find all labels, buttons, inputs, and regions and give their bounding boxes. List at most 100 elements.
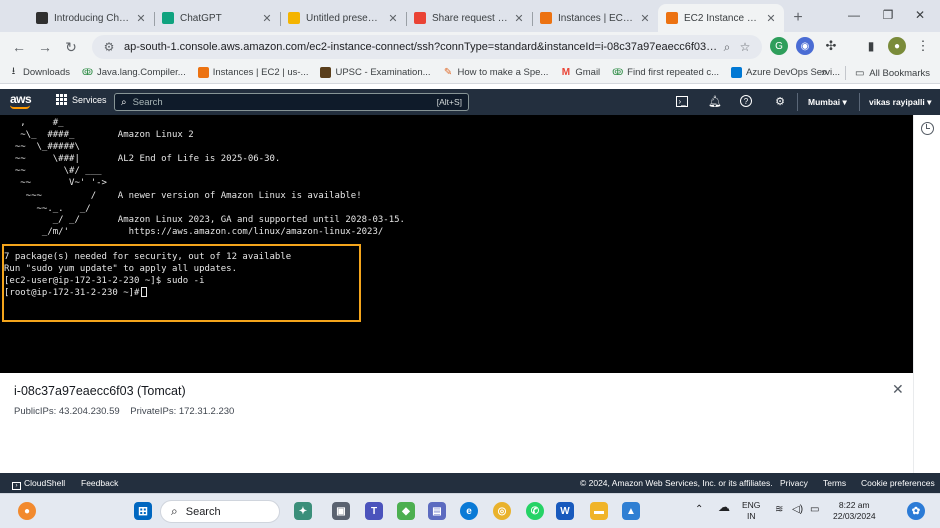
bookmark-instances-ec2[interactable]: Instances | EC2 | us-... — [197, 67, 308, 78]
url-text: ap-south-1.console.aws.amazon.com/ec2-in… — [124, 41, 718, 53]
tab-label: Instances | EC2 | ap-south-1 — [558, 12, 634, 24]
gmail-icon: M — [561, 67, 571, 78]
windows-start-icon[interactable]: ⊞ — [134, 502, 152, 520]
nav-divider — [797, 93, 798, 111]
close-panel-icon[interactable]: ✕ — [892, 381, 904, 398]
search-icon: ⌕ — [171, 504, 178, 518]
photos-icon[interactable]: ▲ — [622, 502, 640, 520]
tab-close-icon[interactable]: ✕ — [764, 12, 778, 25]
aws-search-input[interactable]: ⌕ Search [Alt+S] — [114, 93, 469, 111]
terms-link[interactable]: Terms — [823, 478, 846, 488]
wifi-icon[interactable]: ≋ — [775, 504, 783, 515]
terminal-line: ~~~ / A newer version of Amazon Linux is… — [4, 191, 362, 201]
store-icon[interactable]: ◆ — [397, 502, 415, 520]
chrome-browser-icon[interactable]: ◎ — [493, 502, 511, 520]
aws-ec2-icon — [197, 67, 209, 78]
private-ips: PrivateIPs: 172.31.2.230 — [130, 406, 235, 417]
ssh-terminal[interactable]: , #_ ~\_ ####_ Amazon Linux 2 ~~ \_#####… — [0, 115, 913, 373]
tab-favicon-icon — [162, 12, 174, 24]
back-arrow-icon[interactable]: ← — [6, 34, 32, 60]
zoom-search-icon[interactable]: ⌕ — [718, 40, 736, 55]
nav-divider — [859, 93, 860, 111]
tab-untitled-presentation[interactable]: Untitled presentation ✕ — [280, 4, 406, 32]
cloudshell-icon[interactable]: ›_ — [676, 96, 688, 107]
task-view-icon[interactable]: ▣ — [332, 502, 350, 520]
tab-ec2-instance-connect[interactable]: EC2 Instance Connect ✕ — [658, 4, 784, 32]
word-icon[interactable]: W — [556, 502, 574, 520]
window-close-icon[interactable]: ✕ — [898, 0, 940, 30]
tab-label: ChatGPT — [180, 12, 222, 24]
language-indicator[interactable]: ENG IN — [742, 500, 760, 522]
tab-chatgpt[interactable]: ChatGPT ✕ — [154, 4, 280, 32]
bookmark-star-icon[interactable]: ☆ — [736, 40, 754, 54]
cookie-preferences-link[interactable]: Cookie preferences — [861, 478, 935, 488]
bookmark-java-compiler[interactable]: ↂ Java.lang.Compiler... — [82, 67, 186, 78]
clock-history-icon[interactable] — [921, 122, 934, 135]
download-icon: ⭳ — [11, 66, 16, 77]
bookmarks-overflow-chevron-icon[interactable]: » — [821, 67, 827, 79]
onedrive-cloud-icon[interactable]: ☁ — [718, 501, 730, 513]
bookmark-downloads[interactable]: ⭳ Downloads — [8, 66, 70, 78]
new-tab-plus-icon[interactable]: + — [784, 4, 812, 32]
instance-title: i-08c37a97eaecc6f03 (Tomcat) — [14, 384, 186, 398]
taskbar-search[interactable]: ⌕ Search — [160, 500, 280, 523]
clock[interactable]: 8:22 am 22/03/2024 — [833, 500, 876, 522]
volume-icon[interactable]: ◁) — [792, 504, 803, 515]
browser-tab-strip: Introducing ChatGPT ✕ ChatGPT ✕ Untitled… — [0, 0, 940, 32]
public-ips: PublicIPs: 43.204.230.59 — [14, 406, 120, 417]
account-menu[interactable]: vikas rayipalli ▾ — [869, 97, 931, 108]
app-icon[interactable]: ▤ — [428, 502, 446, 520]
tab-close-icon[interactable]: ✕ — [512, 12, 526, 25]
folder-icon: ▭ — [855, 67, 865, 79]
extensions-puzzle-icon[interactable]: ✣ — [822, 37, 840, 55]
battery-icon[interactable]: ▭ — [810, 504, 819, 515]
tab-close-icon[interactable]: ✕ — [386, 12, 400, 25]
privacy-link[interactable]: Privacy — [780, 478, 808, 488]
address-bar[interactable]: ⚙ ap-south-1.console.aws.amazon.com/ec2-… — [92, 35, 762, 59]
edge-browser-icon[interactable]: e — [460, 502, 478, 520]
tab-close-icon[interactable]: ✕ — [260, 12, 274, 25]
extension-green-icon[interactable]: G — [770, 37, 788, 55]
cloudshell-icon: › — [12, 482, 21, 490]
extension-globe-icon[interactable]: ◉ — [796, 37, 814, 55]
profile-avatar[interactable]: ● — [888, 37, 906, 55]
forward-arrow-icon[interactable]: → — [32, 34, 58, 60]
bookmark-find-first-repeated[interactable]: ↂ Find first repeated c... — [612, 67, 719, 78]
azure-devops-icon — [731, 67, 743, 78]
reload-icon[interactable]: ↻ — [58, 34, 84, 60]
terminal-line: ~~ V~' '-> — [4, 178, 107, 188]
tab-introducing-chatgpt[interactable]: Introducing ChatGPT ✕ — [28, 4, 154, 32]
tray-overflow-chevron-icon[interactable]: ⌃ — [695, 504, 703, 515]
notifications-bell-icon[interactable]: 🔔︎ — [708, 94, 722, 108]
bookmark-upsc[interactable]: UPSC - Examination... — [320, 67, 431, 78]
weather-widget-icon[interactable]: ● — [18, 502, 36, 520]
site-info-icon[interactable]: ⚙ — [100, 40, 118, 54]
bookmark-gmail[interactable]: M Gmail — [560, 67, 600, 78]
copilot-icon[interactable]: ✿ — [907, 502, 925, 520]
whatsapp-icon[interactable]: ✆ — [526, 502, 544, 520]
file-explorer-icon[interactable]: ▬ — [590, 502, 608, 520]
teams-icon[interactable]: T — [365, 502, 383, 520]
tab-instances-ec2[interactable]: Instances | EC2 | ap-south-1 ✕ — [532, 4, 658, 32]
bookmark-how-to-make[interactable]: ✎ How to make a Spe... — [443, 67, 549, 78]
feedback-link[interactable]: Feedback — [81, 478, 118, 488]
tab-share-request[interactable]: Share request for ✕ — [406, 4, 532, 32]
services-menu-button[interactable]: Services — [56, 94, 107, 105]
cloudshell-button[interactable]: › CloudShell — [12, 478, 65, 490]
tab-close-icon[interactable]: ✕ — [638, 12, 652, 25]
tab-close-icon[interactable]: ✕ — [134, 12, 148, 25]
gfg-icon: ↂ — [81, 67, 94, 77]
gfg-icon: ↂ — [612, 67, 624, 77]
tab-label: Introducing ChatGPT — [54, 12, 130, 24]
tab-favicon-icon — [666, 12, 678, 24]
terminal-line: ~~ \_#####\ — [4, 142, 80, 152]
help-icon[interactable]: ? — [740, 95, 752, 107]
region-selector[interactable]: Mumbai ▾ — [808, 97, 847, 108]
browser-menu-icon[interactable]: ⋮ — [914, 37, 932, 55]
side-panel-icon[interactable]: ▮ — [862, 37, 880, 55]
all-bookmarks[interactable]: ▭ All Bookmarks — [854, 68, 930, 79]
aws-logo[interactable]: aws — [10, 92, 32, 109]
side-panel-rail — [913, 115, 940, 473]
tab-favicon-icon — [36, 12, 48, 24]
settings-gear-icon[interactable]: ⚙ — [773, 94, 787, 108]
